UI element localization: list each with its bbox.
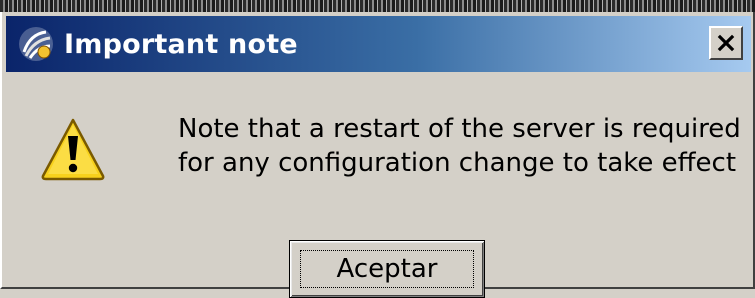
background-strip xyxy=(0,0,755,12)
important-note-dialog: Important note Note that a restart of th… xyxy=(0,12,755,298)
aceptar-button[interactable]: Aceptar xyxy=(289,240,485,298)
title-bar[interactable]: Important note xyxy=(6,16,751,72)
message-line: Note that a restart of the server is req… xyxy=(178,114,741,144)
dialog-title: Important note xyxy=(64,28,298,60)
warning-icon xyxy=(41,118,105,181)
message-line: for any configuration change to take eff… xyxy=(178,148,737,178)
close-button[interactable] xyxy=(709,26,743,60)
aceptar-button-label: Aceptar xyxy=(336,254,438,284)
message-text: Note that a restart of the server is req… xyxy=(178,112,741,180)
app-logo-icon xyxy=(14,22,58,66)
close-icon xyxy=(717,34,735,52)
